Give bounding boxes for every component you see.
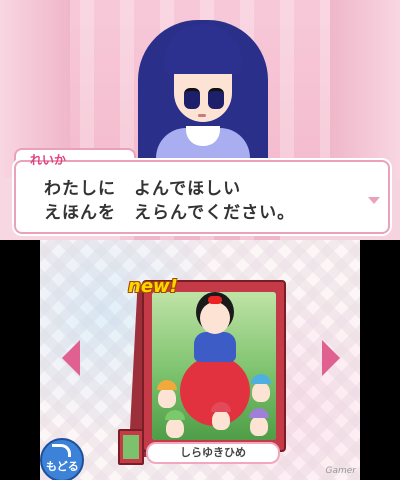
dialog-line-1: わたしに よんでほしい [44,179,242,199]
book-title: しらゆきひめ [146,442,280,464]
dwarf-1 [157,380,177,408]
book-thumbnail [118,429,144,465]
dwarf-2 [251,374,271,402]
character-eye-left [184,88,200,109]
character-eye-right [208,88,224,109]
selected-book[interactable] [142,280,286,452]
right-arrow-icon[interactable] [322,340,340,376]
princess-bow [208,296,222,304]
dialog-next-icon [368,197,380,204]
top-screen: れいか わたしに よんでほしい えほんを えらんでください。 [0,0,400,240]
bottom-screen: new! しらゆきひめ もどる Gamer [40,240,360,480]
dwarf-4 [165,410,185,438]
back-return-icon [52,444,71,457]
character-mouth [198,114,206,117]
new-badge: new! [128,276,178,297]
book-cover-illustration [152,292,276,440]
princess-body [194,332,236,362]
left-arrow-icon[interactable] [62,340,80,376]
back-label: もどる [46,460,79,473]
dwarf-5 [249,408,269,436]
princess-head [200,302,230,334]
speaker-name: れいか [30,153,67,167]
dialog-line-2: えほんを えらんでください。 [44,203,296,223]
dwarf-3 [211,402,231,430]
back-button[interactable]: もどる [40,438,84,480]
watermark: Gamer [325,466,357,476]
